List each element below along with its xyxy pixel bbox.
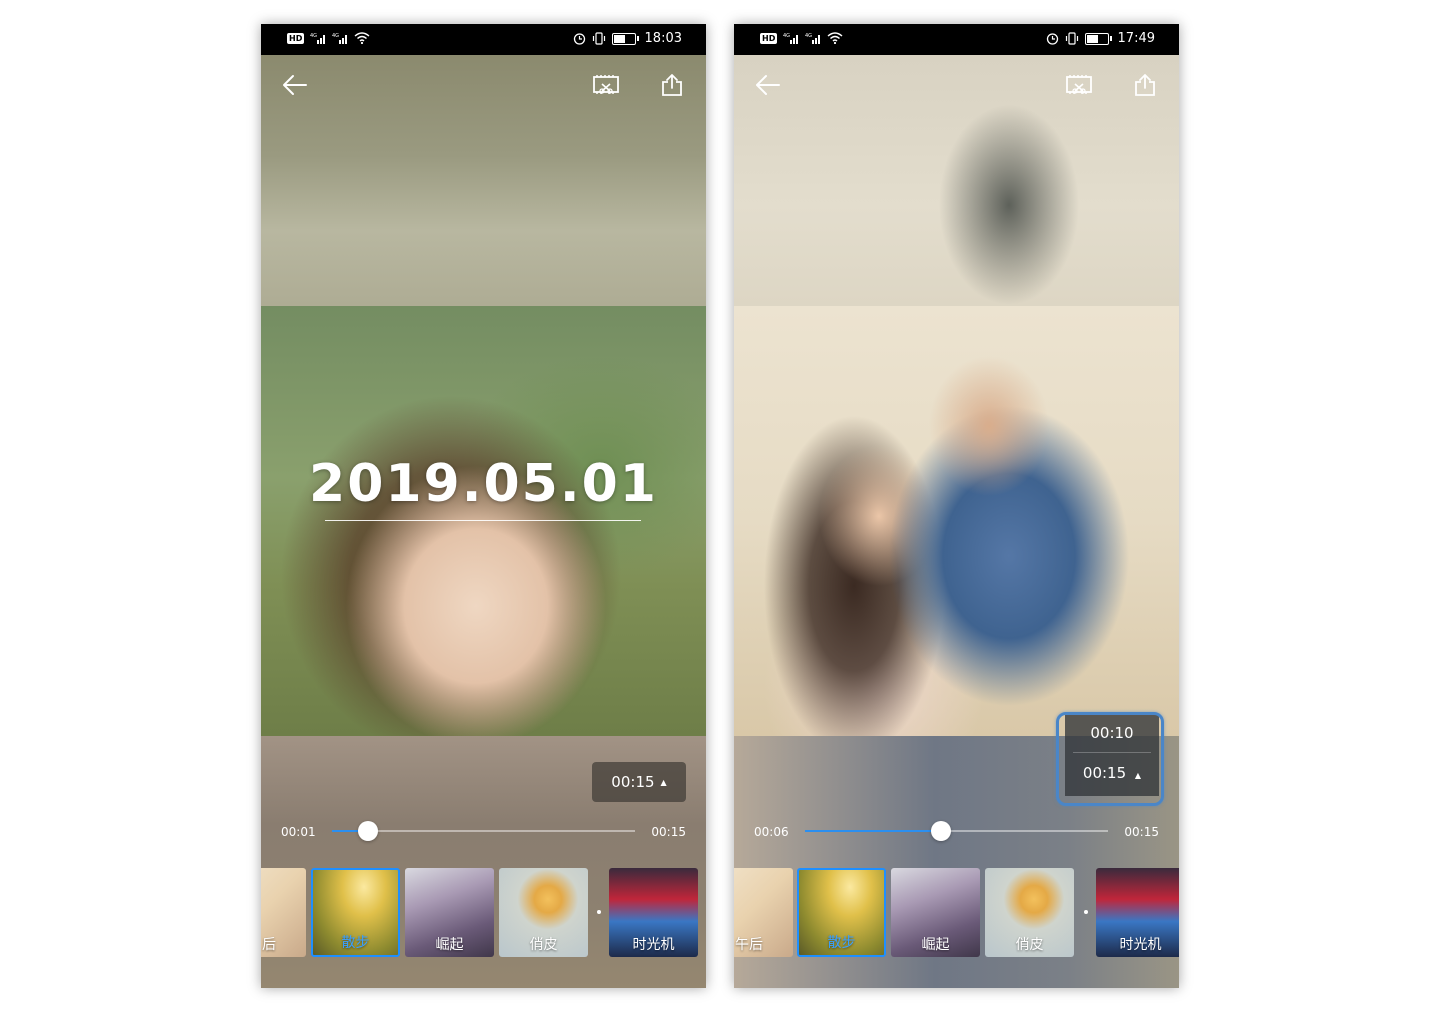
svg-text:4G: 4G bbox=[310, 33, 317, 39]
status-bar: HD 4G 4G 17:49 bbox=[734, 24, 1179, 55]
filter-label: 散步 bbox=[341, 935, 370, 951]
filter-item[interactable]: 俏皮 bbox=[985, 868, 1074, 957]
phone-screen-right: HD 4G 4G 17:49 00:10 00:15 ▲ 00:06 00:15… bbox=[734, 24, 1179, 988]
back-arrow-icon bbox=[283, 75, 307, 95]
hd-icon: HD bbox=[287, 32, 305, 44]
total-time: 00:15 bbox=[651, 825, 686, 839]
date-title: 2019.05.01 bbox=[309, 454, 658, 514]
status-time: 17:49 bbox=[1117, 31, 1155, 46]
filter-item[interactable]: 俏皮 bbox=[499, 868, 588, 957]
collage-icon bbox=[1066, 75, 1092, 94]
filter-item[interactable]: 时光机 bbox=[609, 868, 698, 957]
hd-icon: HD bbox=[760, 32, 778, 44]
vibrate-icon bbox=[592, 32, 605, 45]
filter-label: 午后 bbox=[735, 937, 763, 953]
filter-label: 散步 bbox=[827, 935, 856, 951]
alarm-icon bbox=[573, 33, 585, 45]
video-frame[interactable]: 2019.05.01 bbox=[261, 306, 706, 736]
back-button[interactable] bbox=[277, 67, 313, 103]
signal-icon: 4G bbox=[310, 33, 326, 44]
filter-item[interactable]: 崛起 bbox=[405, 868, 494, 957]
title-underline bbox=[325, 520, 641, 521]
filter-item[interactable]: 散步 bbox=[311, 868, 400, 957]
battery-icon bbox=[1084, 32, 1109, 45]
status-time: 18:03 bbox=[644, 31, 682, 46]
share-button[interactable] bbox=[1127, 67, 1163, 103]
svg-text:4G: 4G bbox=[332, 33, 339, 39]
filter-item[interactable]: 散步 bbox=[797, 868, 886, 957]
filter-label: 崛起 bbox=[435, 937, 464, 953]
signal-icon: 4G bbox=[805, 33, 821, 44]
signal-icon: 4G bbox=[332, 33, 348, 44]
filter-item[interactable]: 时光机 bbox=[1096, 868, 1179, 957]
current-time: 00:01 bbox=[281, 825, 316, 839]
filter-label: 时光机 bbox=[632, 937, 675, 953]
edit-clip-button[interactable] bbox=[588, 67, 624, 103]
video-frame[interactable] bbox=[734, 306, 1179, 736]
progress-fill bbox=[805, 830, 942, 832]
filter-item[interactable]: 后 bbox=[261, 868, 306, 957]
filter-strip[interactable]: 午后 散步 崛起 俏皮 时光机 bbox=[734, 868, 1179, 960]
separator-dot bbox=[597, 910, 601, 914]
wifi-icon bbox=[827, 32, 843, 44]
battery-icon bbox=[611, 32, 636, 45]
svg-text:4G: 4G bbox=[805, 33, 812, 39]
progress-slider[interactable] bbox=[332, 821, 635, 841]
filter-label: 俏皮 bbox=[1015, 937, 1044, 953]
share-icon bbox=[1135, 74, 1155, 96]
filter-item[interactable]: 午后 bbox=[734, 868, 793, 957]
share-icon bbox=[662, 74, 682, 96]
filter-label: 时光机 bbox=[1119, 937, 1162, 953]
alarm-icon bbox=[1046, 33, 1058, 45]
phone-screen-left: HD 4G 4G 18:03 2019.05.01 00:15 ▲ 00:01 … bbox=[261, 24, 706, 988]
status-bar: HD 4G 4G 18:03 bbox=[261, 24, 706, 55]
separator-dot bbox=[1084, 910, 1088, 914]
current-time: 00:06 bbox=[754, 825, 789, 839]
filter-label: 崛起 bbox=[921, 937, 950, 953]
progress-slider[interactable] bbox=[805, 821, 1108, 841]
collage-icon bbox=[593, 75, 619, 94]
filter-label: 后 bbox=[262, 937, 276, 953]
wifi-icon bbox=[354, 32, 370, 44]
highlight-annotation bbox=[1056, 712, 1164, 806]
filter-strip[interactable]: 后 散步 崛起 俏皮 时光机 bbox=[261, 868, 706, 960]
back-button[interactable] bbox=[750, 67, 786, 103]
vibrate-icon bbox=[1065, 32, 1078, 45]
back-arrow-icon bbox=[756, 75, 780, 95]
total-time: 00:15 bbox=[1124, 825, 1159, 839]
duration-button[interactable]: 00:15 ▲ bbox=[592, 762, 686, 802]
svg-text:4G: 4G bbox=[783, 33, 790, 39]
edit-clip-button[interactable] bbox=[1061, 67, 1097, 103]
duration-label: 00:15 bbox=[611, 773, 655, 791]
signal-icon: 4G bbox=[783, 33, 799, 44]
filter-label: 俏皮 bbox=[529, 937, 558, 953]
share-button[interactable] bbox=[654, 67, 690, 103]
filter-item[interactable]: 崛起 bbox=[891, 868, 980, 957]
chevron-up-icon: ▲ bbox=[660, 777, 667, 787]
